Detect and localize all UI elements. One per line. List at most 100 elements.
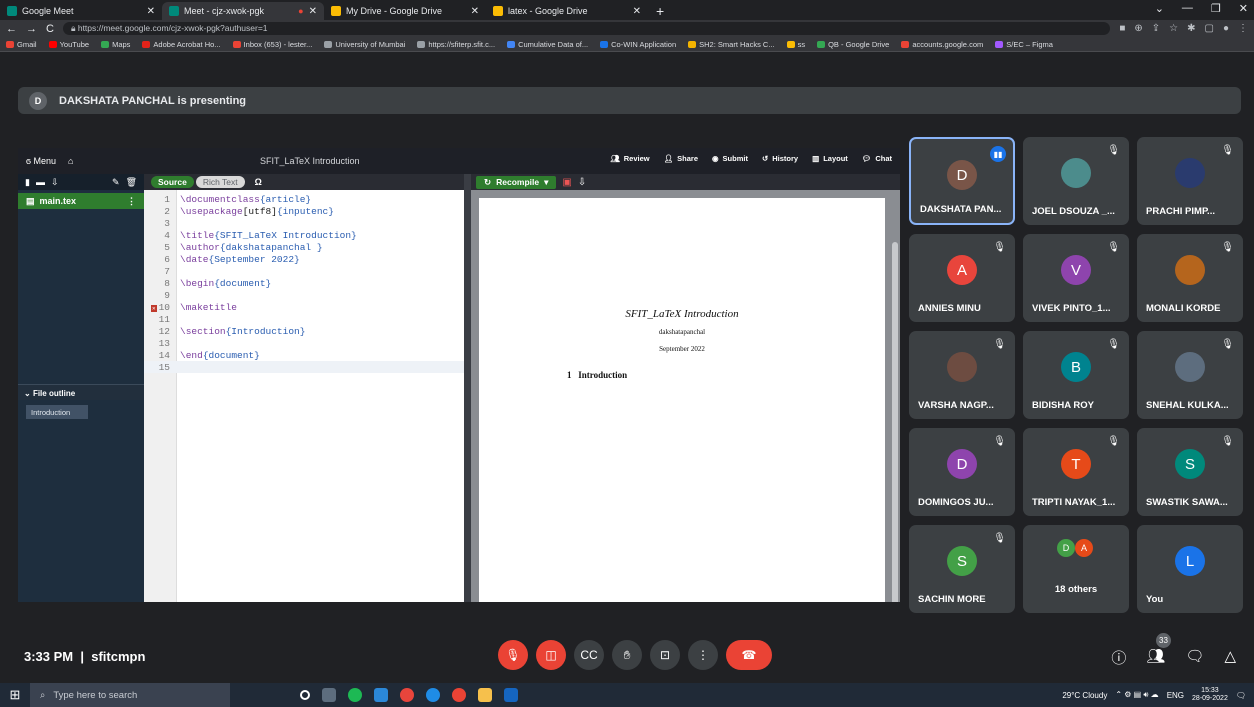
bookmark-item[interactable]: ss (786, 40, 805, 49)
weather-widget[interactable]: 29°C Cloudy (1062, 691, 1107, 700)
toolbar-action-share[interactable]: 👤︎ Share (664, 154, 698, 163)
recompile-button[interactable]: ↻ Recompile ▾ (476, 175, 557, 189)
bookmark-item[interactable]: Co-WIN Application (600, 40, 676, 49)
toolbar-action-chat[interactable]: 💬︎ Chat (862, 154, 892, 163)
bookmark-item[interactable]: Maps (101, 40, 130, 49)
browser-tab[interactable]: Google Meet ✕ (0, 2, 162, 20)
close-tab-icon[interactable]: ✕ (633, 6, 641, 17)
close-tab-icon[interactable]: ✕ (309, 6, 317, 17)
bookmark-item[interactable]: S/EC – Figma (995, 40, 1053, 49)
participant-tile[interactable]: MONALI KORDE 🎙︎ (1137, 234, 1243, 322)
forward-icon[interactable]: → (26, 23, 37, 35)
close-window-icon[interactable]: ✕ (1239, 2, 1248, 15)
mic-off-button[interactable]: 🎙︎ (498, 640, 528, 670)
sidepanel-icon[interactable]: ▢ (1205, 23, 1214, 34)
browser-tab[interactable]: My Drive - Google Drive ✕ (324, 2, 486, 20)
code-editor[interactable]: 1 \documentclass{article} 2 \usepackage[utf… (144, 190, 464, 602)
notifications-icon[interactable]: 🗨︎ (1236, 691, 1246, 700)
symbol-palette-button[interactable]: Ω (255, 177, 262, 187)
logs-icon[interactable]: ▣ (562, 177, 571, 188)
participant-tile[interactable]: SNEHAL KULKA... 🎙︎ (1137, 331, 1243, 419)
language-indicator[interactable]: ENG (1167, 691, 1184, 700)
chrome-icon[interactable] (400, 688, 414, 702)
profile-avatar[interactable]: ● (1223, 23, 1229, 34)
zoom-icon[interactable]: ⊕ (1134, 23, 1142, 34)
bookmark-star-icon[interactable]: ☆ (1169, 23, 1178, 34)
present-button[interactable]: ⊡ (650, 640, 680, 670)
bookmark-item[interactable]: accounts.google.com (901, 40, 983, 49)
pdf-scrollbar[interactable] (892, 242, 898, 602)
reload-icon[interactable]: C (46, 23, 54, 35)
share-icon[interactable]: ⇪ (1152, 23, 1160, 34)
bookmark-item[interactable]: Gmail (6, 40, 37, 49)
browser-tab[interactable]: latex - Google Drive ✕ (486, 2, 648, 20)
people-icon[interactable]: 👥︎ (1146, 647, 1165, 668)
back-icon[interactable]: ← (6, 23, 17, 35)
bookmark-item[interactable]: QB - Google Drive (817, 40, 889, 49)
participant-tile[interactable]: A ANNIES MINU 🎙︎ (909, 234, 1015, 322)
toolbar-action-submit[interactable]: ◉ Submit (712, 154, 748, 163)
camera-off-button[interactable]: ◫ (536, 640, 566, 670)
task-view-icon[interactable] (322, 688, 336, 702)
participant-tile[interactable]: S SWASTIK SAWA... 🎙︎ (1137, 428, 1243, 516)
captions-button[interactable]: CC (574, 640, 604, 670)
bookmark-item[interactable]: YouTube (48, 40, 89, 49)
file-outline-header[interactable]: ⌄ File outline (18, 384, 144, 400)
cortana-icon[interactable] (300, 690, 310, 700)
upload-icon[interactable]: ⇩ (51, 177, 59, 188)
source-toggle[interactable]: Source (151, 176, 194, 188)
bookmark-item[interactable]: SH2: Smart Hacks C... (688, 40, 775, 49)
participant-tile[interactable]: D DOMINGOS JU... 🎙︎ (909, 428, 1015, 516)
rich-text-toggle[interactable]: Rich Text (195, 176, 245, 188)
chrome-menu-icon[interactable]: ⋮ (1238, 23, 1248, 34)
bookmark-item[interactable]: Cumulative Data of... (507, 40, 588, 49)
address-bar[interactable]: 🔒︎ https://meet.google.com/cjz-xwok-pgk?… (62, 22, 1111, 35)
clock[interactable]: 15:33 28-09-2022 (1192, 687, 1228, 703)
activities-icon[interactable]: △ (1224, 647, 1236, 668)
delete-icon[interactable]: 🗑︎ (126, 177, 137, 188)
new-folder-icon[interactable]: ▬ (36, 177, 45, 187)
restore-icon[interactable]: ❐ (1211, 2, 1221, 15)
extensions-icon[interactable]: ✱ (1187, 23, 1195, 34)
bookmark-item[interactable]: Inbox (653) - lester... (232, 40, 312, 49)
tray-icons[interactable]: ⌃ ⚙ ▤ 🔊︎ ☁ (1115, 690, 1158, 700)
toolbar-action-layout[interactable]: ▥ Layout (812, 154, 848, 163)
toolbar-action-review[interactable]: 👥︎ Review (610, 154, 649, 163)
participant-tile[interactable]: S SACHIN MORE 🎙︎ (909, 525, 1015, 613)
participant-tile[interactable]: D A 18 others (1023, 525, 1129, 613)
bookmark-item[interactable]: https://sfiterp.sfit.c... (417, 40, 495, 49)
chat-icon[interactable]: 🗨︎ (1185, 647, 1204, 668)
mail-icon[interactable] (374, 688, 388, 702)
participant-tile[interactable]: D DAKSHATA PAN... ▮▮ (909, 137, 1015, 225)
outline-item-introduction[interactable]: Introduction (26, 405, 88, 419)
taskbar-search[interactable]: ⌕ Type here to search (30, 683, 230, 707)
participant-tile[interactable]: JOEL DSOUZA _... 🎙︎ (1023, 137, 1129, 225)
bookmark-item[interactable]: University of Mumbai (324, 40, 405, 49)
participant-tile[interactable]: VARSHA NAGP... 🎙︎ (909, 331, 1015, 419)
spotify-icon[interactable] (348, 688, 362, 702)
participant-tile[interactable]: V VIVEK PINTO_1... 🎙︎ (1023, 234, 1129, 322)
menu-button[interactable]: ϭ Menu (26, 156, 56, 166)
file-item-main-tex[interactable]: ▤ main.tex ⋮ (18, 193, 144, 209)
new-tab-button[interactable]: + (648, 2, 672, 20)
windows-start-icon[interactable]: ⊞ (0, 687, 30, 703)
close-tab-icon[interactable]: ✕ (471, 6, 479, 17)
recompile-dropdown-icon[interactable]: ▾ (544, 177, 548, 188)
minimize-icon[interactable]: — (1182, 2, 1193, 15)
participant-tile[interactable]: T TRIPTI NAYAK_1... 🎙︎ (1023, 428, 1129, 516)
leave-call-button[interactable]: ☎︎ (726, 640, 772, 670)
raise-hand-button[interactable]: ✋︎ (612, 640, 642, 670)
more-options-button[interactable]: ⋮ (688, 640, 718, 670)
rename-icon[interactable]: ✎ (112, 177, 120, 188)
file-explorer-icon[interactable] (478, 688, 492, 702)
download-pdf-icon[interactable]: ⇩ (578, 177, 586, 188)
camera-icon[interactable]: ■ (1119, 23, 1125, 34)
home-icon[interactable]: ⌂ (68, 156, 73, 166)
chrome-profile-icon[interactable] (452, 688, 466, 702)
participant-tile[interactable]: PRACHI PIMP... 🎙︎ (1137, 137, 1243, 225)
toolbar-action-history[interactable]: ↺ History (762, 154, 798, 163)
pdf-viewer[interactable]: SFIT_LaTeX Introduction dakshatapanchal … (471, 190, 900, 602)
file-menu-icon[interactable]: ⋮ (127, 196, 136, 207)
store-icon[interactable] (504, 688, 518, 702)
pane-splitter[interactable] (464, 174, 471, 602)
